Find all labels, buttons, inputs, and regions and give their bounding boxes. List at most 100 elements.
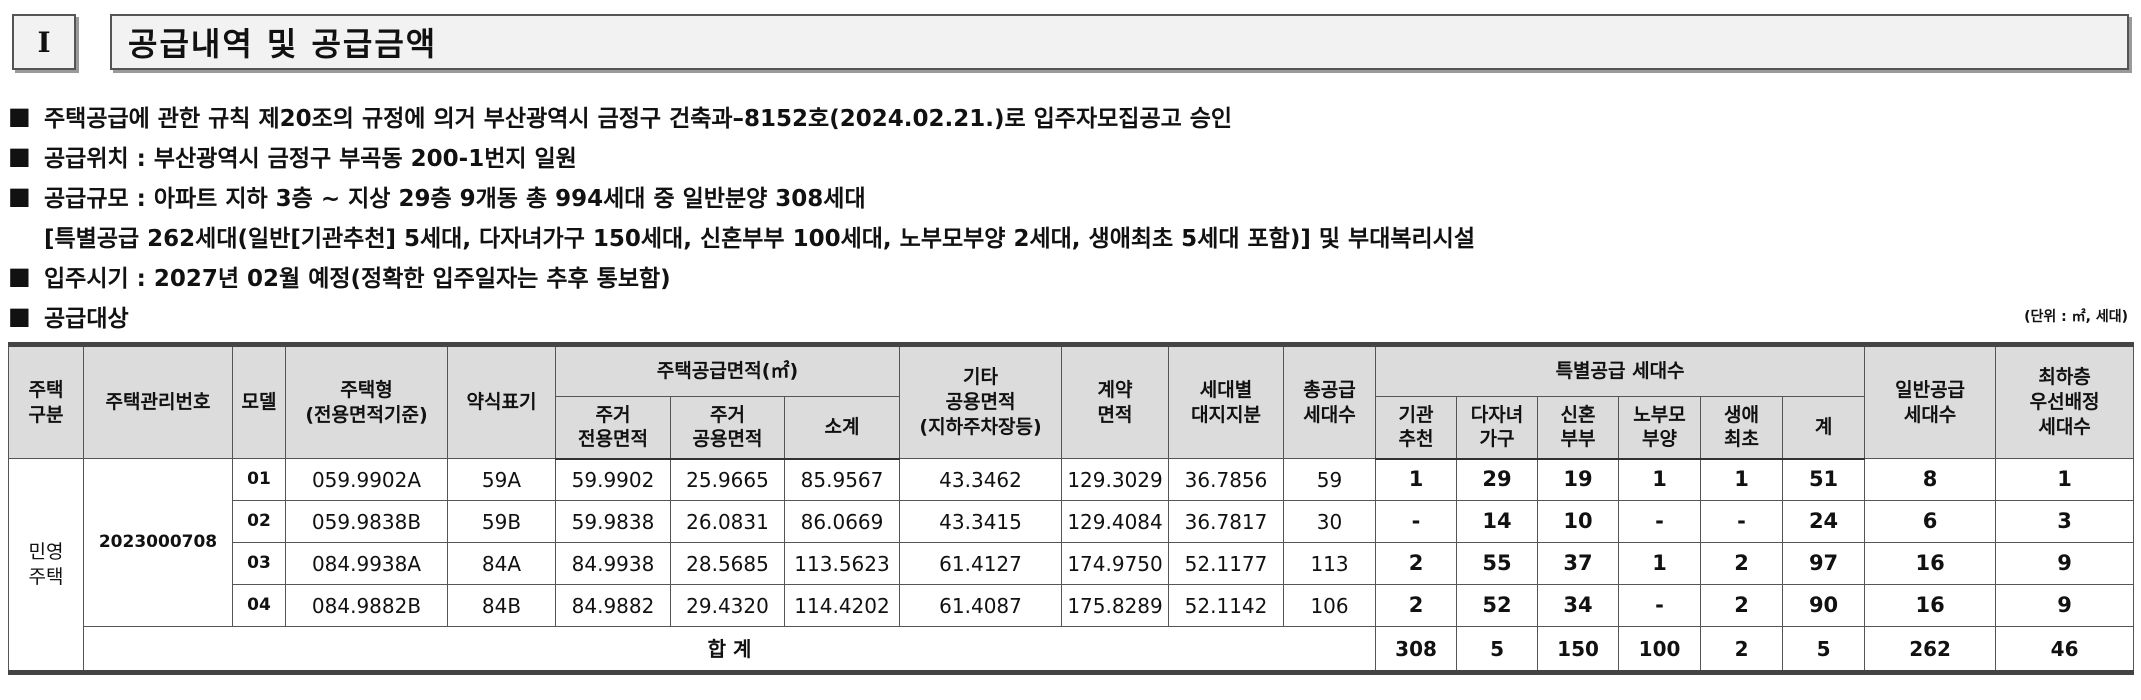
abbr-cell: 84A [447,542,556,585]
first-cell: 1 [1700,458,1784,501]
bullet-list: ■ 주택공급에 관한 규칙 제20조의 규정에 의거 부산광역시 금정구 건축과… [8,96,2133,336]
model-cell: 03 [232,542,286,585]
header-multi: 다자녀 가구 [1456,396,1539,460]
shared-cell: 28.5685 [670,542,785,585]
bullet-approval: ■ 주택공급에 관한 규칙 제20조의 규정에 의거 부산광역시 금정구 건축과… [8,96,2133,136]
contract-area-cell: 175.8289 [1061,584,1170,627]
first-cell: 2 [1700,542,1784,585]
header-house-form: 주택형 (전용면적기준) [285,344,448,459]
general-cell: 16 [1864,542,1997,585]
exclusive-cell: 59.9902 [555,458,671,501]
inst-cell: 2 [1375,584,1458,627]
multi-cell: 52 [1456,584,1539,627]
section-title: 공급내역 및 공급금액 [110,14,2129,70]
header-subtotal: 소계 [783,396,901,460]
shared-cell: 26.0831 [670,500,785,543]
sum-cell: 97 [1782,542,1866,585]
elder-cell: 1 [1618,542,1702,585]
lowest-cell: 3 [1995,500,2135,543]
subtotal-cell: 86.0669 [783,500,901,543]
inst-cell: 1 [1375,458,1458,501]
other-shared-cell: 61.4127 [899,542,1063,585]
exclusive-cell: 84.9938 [555,542,671,585]
house-form-cell: 084.9882B [285,584,448,627]
bullet-text: 공급위치 : 부산광역시 금정구 부곡동 200-1번지 일원 [44,146,577,172]
abbr-cell: 59A [447,458,556,501]
header-shared: 주거 공용면적 [670,396,785,460]
table-row: 02 059.9838B 59B 59.9838 26.0831 86.0669… [9,500,2135,543]
section-number: I [12,14,76,70]
header-other-shared: 기타 공용면적 (지하주차장등) [899,344,1063,459]
table-row: 04 084.9882B 84B 84.9882 29.4320 114.420… [9,584,2135,627]
inst-cell: 2 [1375,542,1458,585]
header-exclusive: 주거 전용면적 [555,396,671,460]
table-total-row: 합 계 308 5 150 100 2 5 262 46 22 [9,626,2135,673]
section-header: I 공급내역 및 공급금액 [12,14,2129,70]
sum-cell: 51 [1782,458,1866,501]
contract-area-cell: 129.3029 [1061,458,1170,501]
elder-cell: - [1618,584,1702,627]
bullet-text: [특별공급 262세대(일반[기관추천] 5세대, 다자녀가구 150세대, 신… [44,226,1475,252]
bullet-movein: ■ 입주시기 : 2027년 02월 예정(정확한 입주일자는 추후 통보함) [8,256,2133,296]
land-share-cell: 52.1177 [1168,542,1285,585]
land-share-cell: 36.7817 [1168,500,1285,543]
bullet-text: 공급규모 : 아파트 지하 3층 ~ 지상 29층 9개동 총 994세대 중 … [44,186,866,212]
first-sum-cell: 5 [1782,626,1866,673]
model-cell: 01 [232,458,286,501]
header-general: 일반공급 세대수 [1864,344,1997,459]
house-type-cell: 민영 주택 [8,458,84,673]
lowest-cell: 9 [1995,584,2135,627]
newly-sum-cell: 100 [1618,626,1702,673]
subtotal-cell: 85.9567 [783,458,901,501]
total-supply-cell: 59 [1283,458,1377,501]
newly-cell: 34 [1537,584,1620,627]
table-row: 03 084.9938A 84A 84.9938 28.5685 113.562… [9,542,2135,585]
total-supply-cell: 30 [1283,500,1377,543]
header-mgmt-no: 주택관리번호 [83,344,233,459]
multi-cell: 55 [1456,542,1539,585]
square-bullet-icon: ■ [8,262,31,290]
header-abbr: 약식표기 [447,344,556,459]
general-cell: 6 [1864,500,1997,543]
header-newly: 신혼 부부 [1537,396,1620,460]
inst-cell: - [1375,500,1458,543]
inst-sum-cell: 5 [1456,626,1539,673]
multi-cell: 14 [1456,500,1539,543]
lowest-cell: 1 [1995,458,2135,501]
sum-cell: 24 [1782,500,1866,543]
sum-cell: 90 [1782,584,1866,627]
exclusive-cell: 84.9882 [555,584,671,627]
header-land-share: 세대별 대지지분 [1168,344,1285,459]
elder-cell: 1 [1618,458,1702,501]
square-bullet-icon: ■ [8,102,31,130]
general-cell: 16 [1864,584,1997,627]
bullet-text: 공급대상 [44,306,129,332]
table-row: 민영 주택 2023000708 01 059.9902A 59A 59.990… [8,458,2135,673]
square-bullet-icon: ■ [8,302,31,330]
shared-cell: 25.9665 [670,458,785,501]
bullet-scale-detail: [특별공급 262세대(일반[기관추천] 5세대, 다자녀가구 150세대, 신… [8,216,2133,256]
total-label-cell: 합 계 [82,626,1377,673]
unit-note: (단위 : ㎡, 세대) [2024,309,2128,325]
exclusive-cell: 59.9838 [555,500,671,543]
land-share-cell: 36.7856 [1168,458,1285,501]
total-supply-cell: 113 [1283,542,1377,585]
contract-area-cell: 129.4084 [1061,500,1170,543]
header-total-supply: 총공급 세대수 [1283,344,1377,459]
other-shared-cell: 43.3415 [899,500,1063,543]
subtotal-cell: 114.4202 [783,584,901,627]
house-form-cell: 059.9838B [285,500,448,543]
mgmt-no-cell: 2023000708 [83,458,233,627]
square-bullet-icon: ■ [8,182,31,210]
header-elder: 노부모 부양 [1618,396,1702,460]
header-lowest: 최하층 우선배정 세대수 [1995,344,2135,459]
first-cell: - [1700,500,1784,543]
model-cell: 04 [232,584,286,627]
other-shared-cell: 43.3462 [899,458,1063,501]
other-shared-cell: 61.4087 [899,584,1063,627]
bullet-target: ■ 공급대상 [8,296,2133,336]
bullet-scale: ■ 공급규모 : 아파트 지하 3층 ~ 지상 29층 9개동 총 994세대 … [8,176,2133,216]
supply-table: 주택 구분 주택관리번호 모델 주택형 (전용면적기준) 약식표기 주택공급면적… [8,342,2135,675]
square-bullet-icon: ■ [8,142,31,170]
elder-sum-cell: 2 [1700,626,1784,673]
